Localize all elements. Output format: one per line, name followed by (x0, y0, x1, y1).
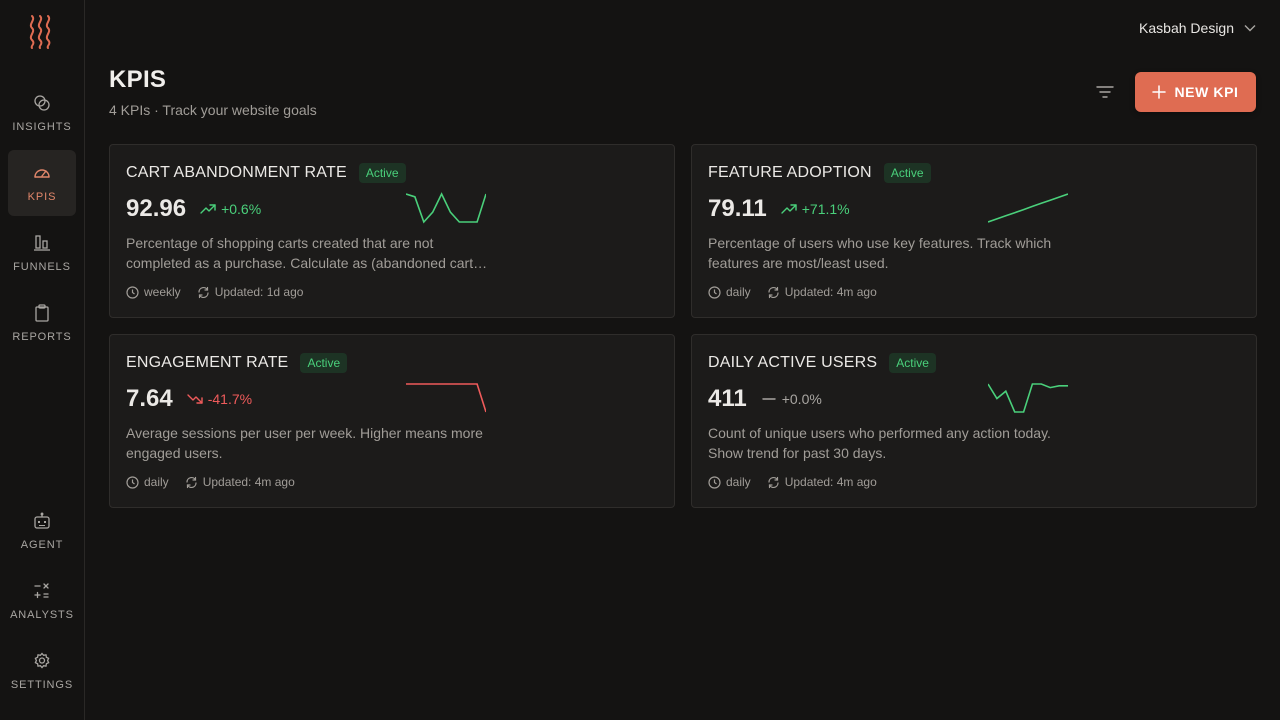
sparkline (988, 193, 1068, 223)
kpi-change: +0.0% (761, 391, 822, 407)
funnel-bars-icon (34, 234, 50, 251)
kpi-title: DAILY ACTIVE USERS (708, 354, 878, 371)
account-switcher[interactable]: Kasbah Design (1139, 18, 1256, 38)
sparkline-line (406, 192, 486, 224)
status-badge: Active (889, 353, 936, 373)
clock-icon (126, 285, 139, 299)
kpi-change-value: -41.7% (207, 391, 253, 407)
refresh-icon (768, 476, 779, 488)
kpi-description: Percentage of shopping carts created tha… (126, 235, 488, 271)
updated: Updated: 4m ago (767, 475, 877, 489)
updated: Updated: 4m ago (767, 285, 877, 299)
nav-label: SETTINGS (10, 678, 74, 691)
nav-label: KPIS (27, 190, 57, 203)
kpi-value: 92.96 (126, 195, 187, 222)
page-title: KPIS (109, 66, 167, 93)
sparkline-line (406, 383, 486, 413)
updated-label: Updated: 4m ago (784, 475, 877, 489)
chevron-down-icon (1244, 25, 1256, 32)
new-kpi-label: NEW KPI (1174, 84, 1239, 100)
robot-icon (34, 512, 50, 529)
kpi-change-value: +0.6% (221, 201, 262, 217)
nav-label: REPORTS (12, 330, 72, 343)
kpi-value: 7.64 (126, 385, 173, 412)
logo-icon (29, 15, 51, 49)
nav-agent[interactable]: AGENT (8, 498, 76, 564)
kpi-description: Count of unique users who performed any … (708, 425, 1051, 461)
trend-up-icon (200, 204, 216, 214)
sparkline (406, 192, 486, 224)
frequency: daily (708, 285, 751, 299)
nav-kpis[interactable]: KPIS (8, 150, 76, 216)
updated: Updated: 1d ago (197, 285, 304, 299)
kpi-card[interactable]: ENGAGEMENT RATE Active 7.64 -41.7% Avera… (109, 334, 675, 508)
frequency-label: daily (726, 285, 751, 299)
clipboard-icon (35, 303, 49, 322)
status-badge: Active (300, 353, 348, 373)
sidebar: INSIGHTS KPIS FUNNELS REPORTS AGENT ANAL… (0, 0, 85, 720)
sparkline-line (988, 383, 1068, 413)
kpi-value: 79.11 (708, 195, 767, 222)
gear-icon (34, 652, 50, 668)
status-badge: Active (883, 163, 931, 183)
page-subtitle: 4 KPIs · Track your website goals (109, 102, 317, 118)
frequency: daily (126, 475, 169, 489)
sparkline-line (988, 193, 1068, 223)
calculator-icon (34, 582, 49, 598)
refresh-icon (768, 286, 779, 298)
nav-reports[interactable]: REPORTS (8, 290, 76, 356)
trend-up-icon (781, 204, 797, 214)
kpi-card[interactable]: CART ABANDONMENT RATE Active 92.96 +0.6%… (109, 144, 675, 318)
updated-label: Updated: 1d ago (214, 285, 304, 299)
updated-label: Updated: 4m ago (202, 475, 295, 489)
updated: Updated: 4m ago (185, 475, 295, 489)
kpi-description: Percentage of users who use key features… (708, 235, 1052, 271)
frequency-label: weekly (144, 285, 181, 299)
frequency: daily (708, 475, 751, 489)
kpi-value: 411 (708, 385, 747, 412)
nav-label: AGENT (20, 538, 64, 551)
kpi-change-value: +0.0% (781, 391, 822, 407)
frequency: weekly (126, 285, 181, 299)
new-kpi-button[interactable]: NEW KPI (1135, 72, 1256, 112)
kpi-change: +0.6% (200, 201, 261, 217)
status-badge: Active (358, 163, 406, 183)
updated-label: Updated: 4m ago (784, 285, 877, 299)
kpi-change: +71.1% (781, 201, 850, 217)
frequency-label: daily (726, 475, 751, 489)
clock-icon (126, 475, 139, 489)
kpi-title: ENGAGEMENT RATE (126, 354, 289, 371)
nav-label: ANALYSTS (10, 608, 74, 621)
nav-analysts[interactable]: ANALYSTS (8, 568, 76, 634)
plus-icon (1152, 85, 1167, 99)
clock-icon (708, 475, 721, 489)
kpi-change-value: +71.1% (801, 201, 850, 217)
trend-flat-icon (762, 398, 776, 400)
kpi-title: FEATURE ADOPTION (708, 164, 872, 181)
kpi-description: Average sessions per user per week. High… (126, 425, 483, 461)
clock-icon (708, 285, 721, 299)
insights-icon (34, 94, 50, 111)
kpi-card[interactable]: DAILY ACTIVE USERS Active 411 +0.0% Coun… (691, 334, 1257, 508)
frequency-label: daily (144, 475, 169, 489)
sparkline (988, 383, 1068, 413)
account-name: Kasbah Design (1139, 20, 1234, 36)
nav-label: FUNNELS (13, 260, 71, 273)
trend-down-icon (187, 394, 203, 404)
gauge-icon (34, 168, 50, 178)
nav-funnels[interactable]: FUNNELS (8, 220, 76, 286)
sparkline (406, 383, 486, 413)
nav-insights[interactable]: INSIGHTS (8, 80, 76, 146)
kpi-title: CART ABANDONMENT RATE (126, 164, 347, 181)
filter-icon (1096, 86, 1114, 98)
kpi-card[interactable]: FEATURE ADOPTION Active 79.11 +71.1% Per… (691, 144, 1257, 318)
kpi-change: -41.7% (187, 391, 252, 407)
refresh-icon (186, 476, 197, 488)
nav-settings[interactable]: SETTINGS (8, 638, 76, 704)
filter-button[interactable] (1093, 82, 1117, 102)
nav-label: INSIGHTS (12, 120, 72, 133)
refresh-icon (198, 286, 209, 298)
